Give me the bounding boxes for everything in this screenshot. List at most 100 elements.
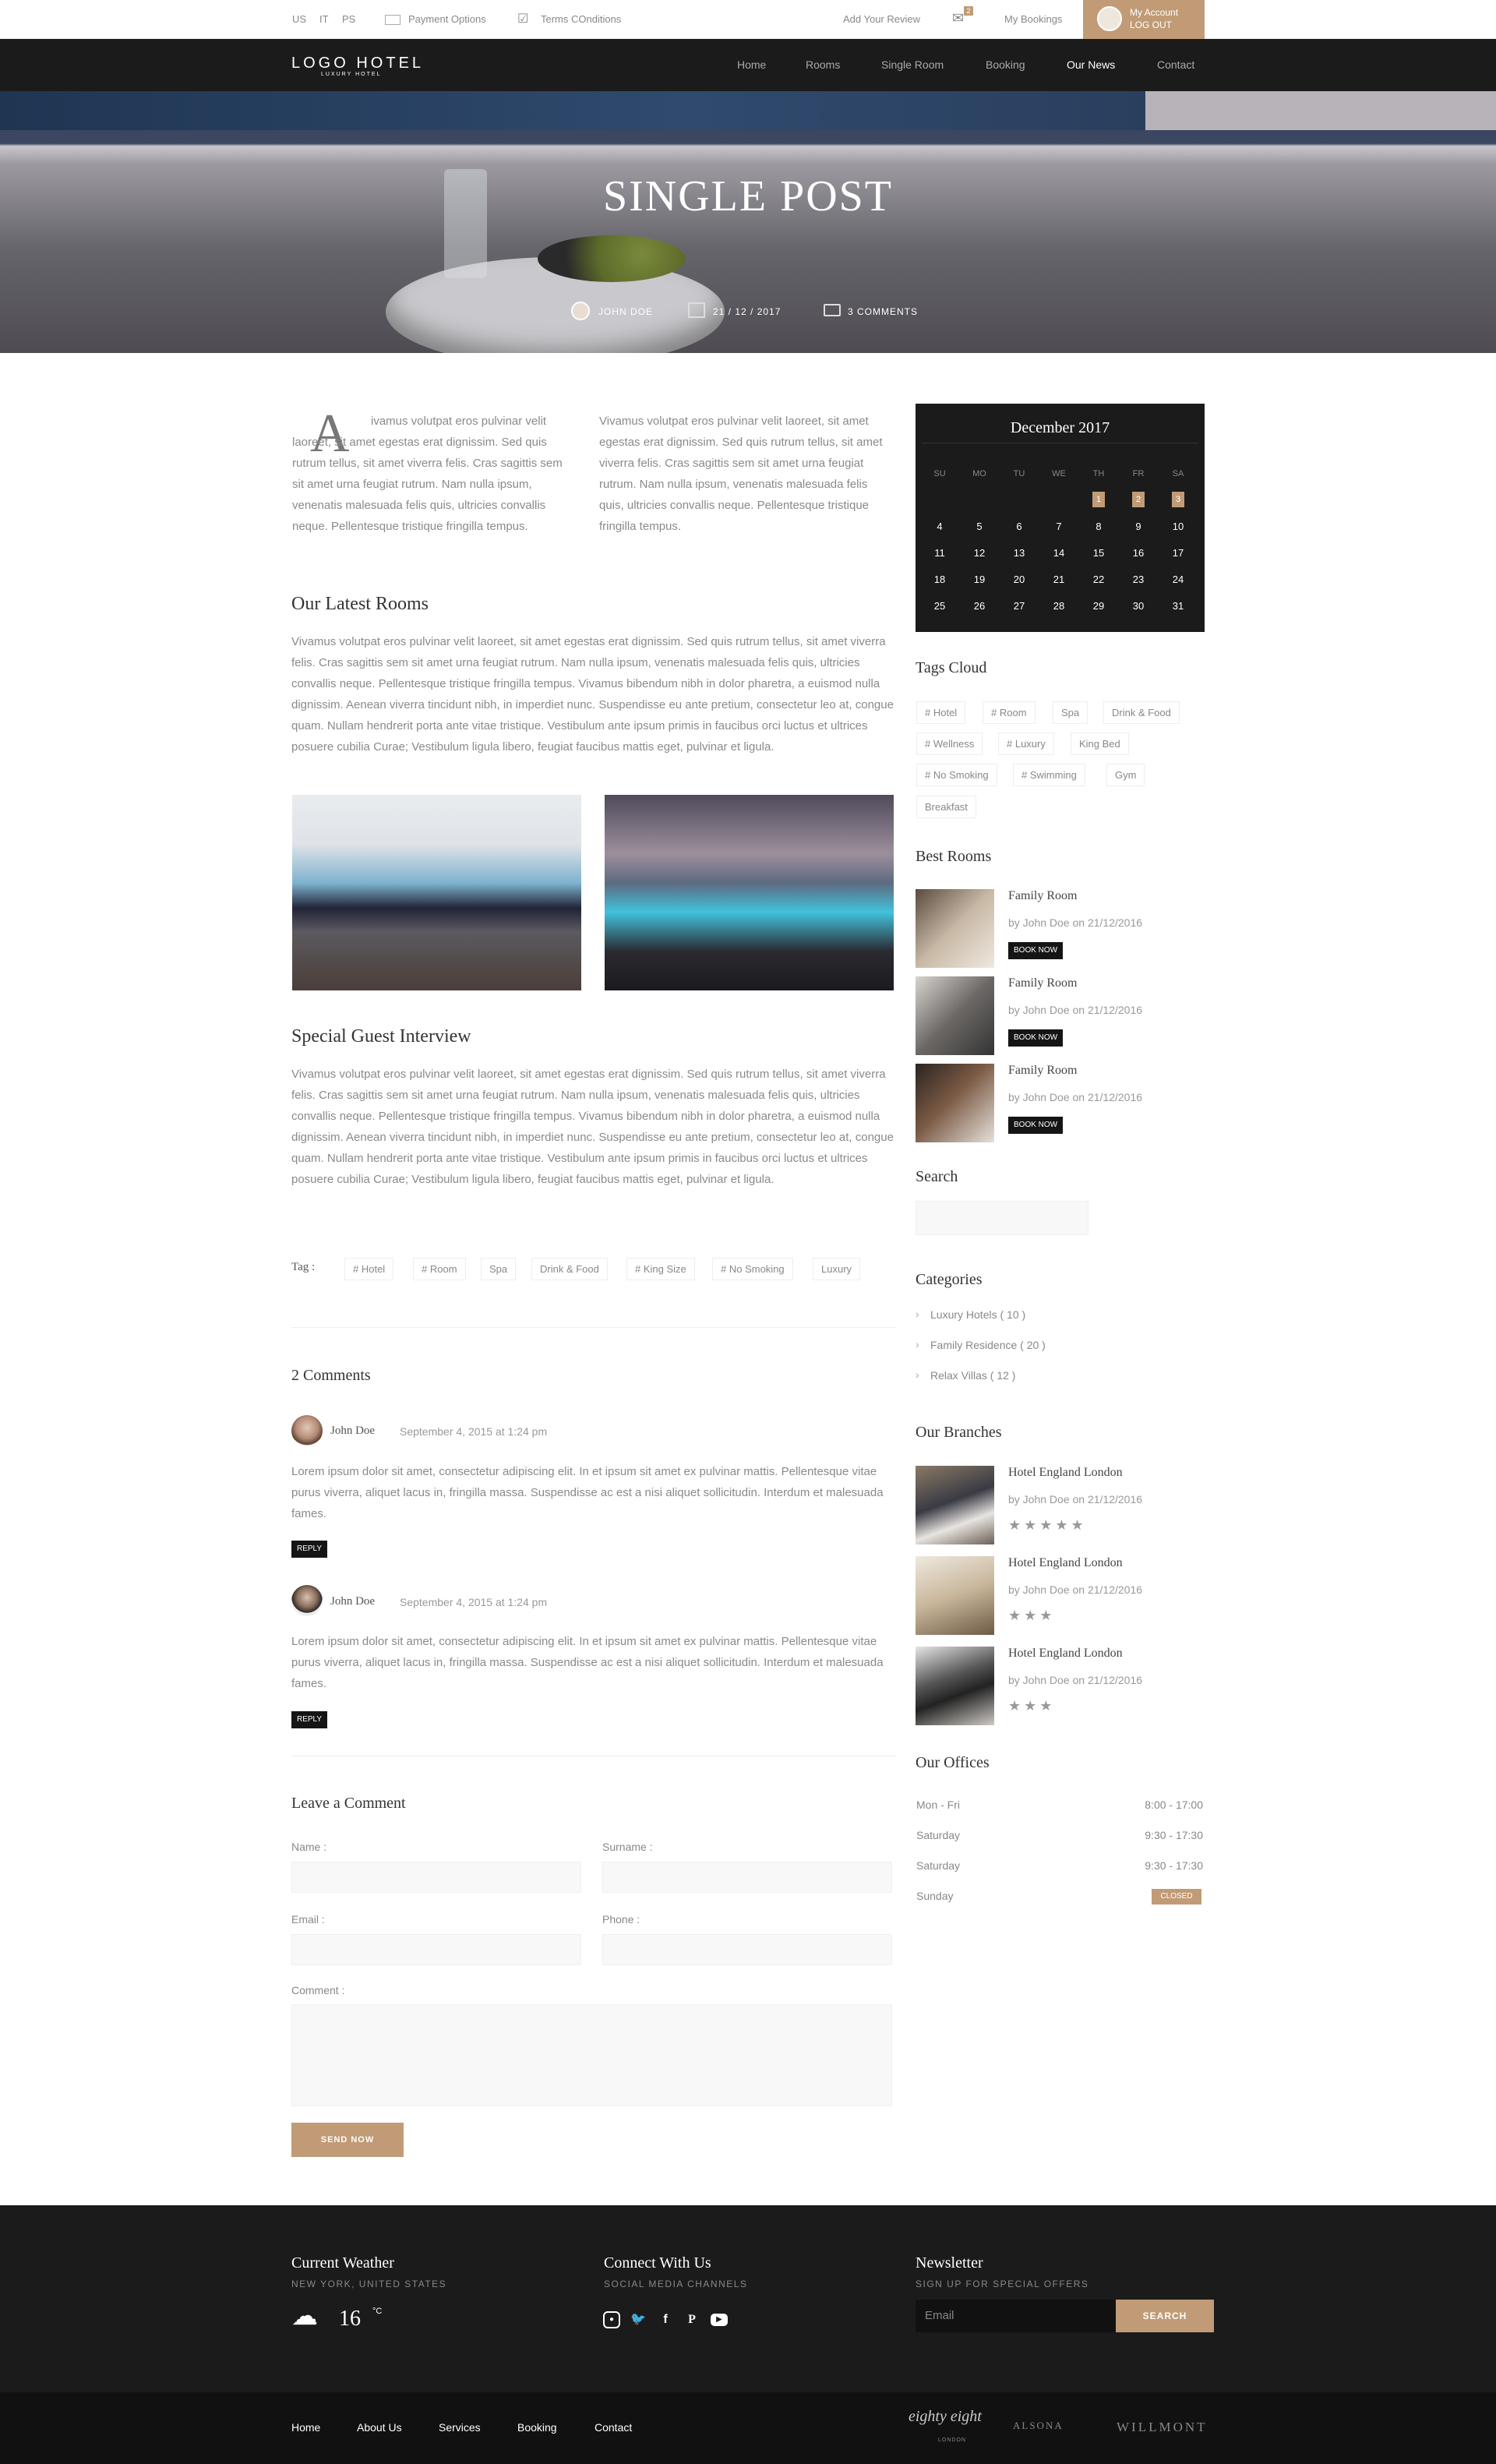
footer-link-services[interactable]: Services — [439, 2421, 481, 2434]
cloud-tag[interactable]: # Wellness — [916, 732, 983, 755]
cloud-tag[interactable]: Spa — [1053, 701, 1088, 724]
best-room-thumb[interactable] — [916, 976, 994, 1055]
calendar-day[interactable]: 28 — [1039, 600, 1079, 612]
calendar-day[interactable]: 27 — [999, 600, 1039, 612]
cloud-tag[interactable]: # Hotel — [916, 701, 966, 724]
best-room-name[interactable]: Family Room — [1008, 976, 1077, 990]
calendar-day[interactable]: 5 — [959, 521, 1000, 532]
calendar-day[interactable]: 22 — [1078, 574, 1119, 585]
nav-contact[interactable]: Contact — [1157, 58, 1194, 71]
post-tag[interactable]: # Hotel — [344, 1258, 394, 1280]
facebook-icon[interactable]: f — [657, 2311, 674, 2328]
send-now-button[interactable]: SEND NOW — [291, 2123, 404, 2157]
nav-our-news[interactable]: Our News — [1067, 58, 1115, 71]
calendar-day[interactable]: 12 — [959, 547, 1000, 559]
calendar-day[interactable]: 17 — [1158, 547, 1198, 559]
mail-icon[interactable]: ✉ — [952, 10, 964, 26]
cloud-tag[interactable]: # No Smoking — [916, 764, 997, 786]
cloud-tag[interactable]: Gym — [1106, 764, 1145, 786]
payment-link[interactable]: Payment Options — [408, 13, 486, 25]
calendar-day[interactable]: 4 — [919, 521, 960, 532]
lang-us[interactable]: US — [292, 13, 306, 25]
surname-field[interactable] — [602, 1862, 892, 1893]
calendar-day[interactable]: 18 — [919, 574, 960, 585]
calendar-day[interactable]: 19 — [959, 574, 1000, 585]
add-review-link[interactable]: Add Your Review — [843, 13, 920, 25]
cloud-tag[interactable]: Drink & Food — [1103, 701, 1180, 724]
room-image-1[interactable] — [292, 795, 581, 990]
calendar-day[interactable]: 10 — [1158, 521, 1198, 532]
best-room-thumb[interactable] — [916, 1064, 994, 1142]
hero-author[interactable]: JOHN DOE — [598, 306, 653, 317]
calendar-day[interactable]: 13 — [999, 547, 1039, 559]
calendar-day[interactable]: 25 — [919, 600, 960, 612]
lang-ps[interactable]: PS — [342, 13, 355, 25]
logout-label[interactable]: LOG OUT — [1130, 19, 1205, 31]
phone-field[interactable] — [602, 1934, 892, 1965]
account-button[interactable]: My Account LOG OUT — [1083, 0, 1205, 39]
footer-link-booking[interactable]: Booking — [517, 2421, 557, 2434]
best-room-name[interactable]: Family Room — [1008, 1064, 1077, 1078]
branch-name[interactable]: Hotel England London — [1008, 1647, 1123, 1661]
newsletter-search-button[interactable]: SEARCH — [1116, 2300, 1214, 2332]
best-room-name[interactable]: Family Room — [1008, 889, 1077, 903]
calendar-day[interactable]: 31 — [1158, 600, 1198, 612]
footer-link-about[interactable]: About Us — [357, 2421, 402, 2434]
post-tag[interactable]: # No Smoking — [712, 1258, 793, 1280]
calendar-day[interactable]: 21 — [1039, 574, 1079, 585]
calendar-day-event[interactable]: 2 — [1132, 492, 1145, 507]
calendar-day[interactable]: 30 — [1118, 600, 1159, 612]
category-link[interactable]: Luxury Hotels ( 10 ) — [930, 1308, 1025, 1321]
nav-single-room[interactable]: Single Room — [881, 58, 944, 71]
calendar-day[interactable]: 29 — [1078, 600, 1119, 612]
nav-rooms[interactable]: Rooms — [806, 58, 840, 71]
calendar-day[interactable]: 6 — [999, 521, 1039, 532]
comment-author[interactable]: John Doe — [330, 1424, 375, 1438]
calendar-day[interactable]: 9 — [1118, 521, 1159, 532]
category-link[interactable]: Relax Villas ( 12 ) — [930, 1369, 1015, 1382]
comment-textarea[interactable] — [291, 2004, 892, 2106]
category-link[interactable]: Family Residence ( 20 ) — [930, 1339, 1046, 1351]
footer-link-contact[interactable]: Contact — [595, 2421, 632, 2434]
calendar-day-event[interactable]: 1 — [1092, 492, 1105, 507]
terms-link[interactable]: Terms COnditions — [541, 13, 621, 25]
hero-comments[interactable]: 3 COMMENTS — [848, 306, 918, 317]
cloud-tag[interactable]: King Bed — [1071, 732, 1129, 755]
cloud-tag[interactable]: # Luxury — [998, 732, 1054, 755]
twitter-icon[interactable]: 🐦 — [630, 2311, 647, 2328]
pinterest-icon[interactable]: P — [683, 2311, 700, 2328]
instagram-icon[interactable]: ● — [603, 2311, 620, 2328]
post-tag[interactable]: # Room — [413, 1258, 466, 1280]
room-image-2[interactable] — [605, 795, 894, 990]
nav-home[interactable]: Home — [737, 58, 766, 71]
post-tag[interactable]: Spa — [481, 1258, 517, 1280]
reply-button[interactable]: REPLY — [291, 1541, 328, 1558]
branch-thumb[interactable] — [916, 1647, 994, 1725]
book-now-button[interactable]: BOOK NOW — [1008, 1029, 1064, 1047]
calendar-day[interactable]: 7 — [1039, 521, 1079, 532]
branch-name[interactable]: Hotel England London — [1008, 1466, 1123, 1480]
branch-name[interactable]: Hotel England London — [1008, 1556, 1123, 1570]
post-tag[interactable]: # King Size — [626, 1258, 695, 1280]
email-field[interactable] — [291, 1934, 581, 1965]
calendar-day[interactable]: 14 — [1039, 547, 1079, 559]
calendar-day-event[interactable]: 3 — [1172, 492, 1184, 507]
post-tag[interactable]: Luxury — [813, 1258, 861, 1280]
newsletter-email-input[interactable]: Email — [916, 2300, 1116, 2332]
name-field[interactable] — [291, 1862, 581, 1893]
calendar-day[interactable]: 26 — [959, 600, 1000, 612]
reply-button[interactable]: REPLY — [291, 1711, 328, 1728]
cloud-tag[interactable]: Breakfast — [916, 796, 976, 818]
cloud-tag[interactable]: # Room — [983, 701, 1036, 724]
my-bookings-link[interactable]: My Bookings — [1004, 13, 1062, 25]
calendar-day[interactable]: 23 — [1118, 574, 1159, 585]
book-now-button[interactable]: BOOK NOW — [1008, 942, 1064, 959]
book-now-button[interactable]: BOOK NOW — [1008, 1117, 1064, 1134]
calendar-day[interactable]: 24 — [1158, 574, 1198, 585]
lang-it[interactable]: IT — [319, 13, 329, 25]
branch-thumb[interactable] — [916, 1556, 994, 1635]
calendar-day[interactable]: 20 — [999, 574, 1039, 585]
post-tag[interactable]: Drink & Food — [531, 1258, 608, 1280]
search-input[interactable] — [916, 1201, 1088, 1235]
footer-link-home[interactable]: Home — [291, 2421, 320, 2434]
